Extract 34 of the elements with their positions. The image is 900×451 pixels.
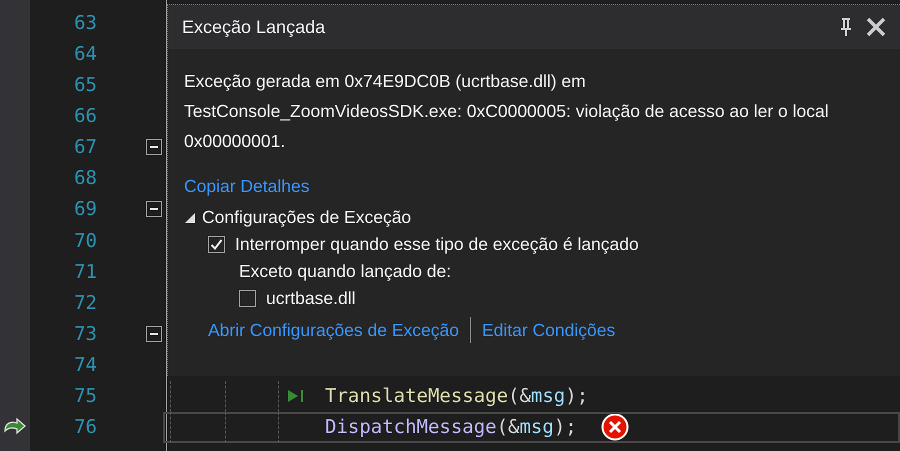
code-line: TranslateMessage(&msg);	[325, 385, 588, 408]
checkbox[interactable]	[239, 290, 256, 307]
line-number: 76	[73, 416, 97, 438]
exception-message: Exceção gerada em 0x74E9DC0B (ucrtbase.dll) em TestConsole_ZoomVideosSDK.exe: 0xC0000005: violação de acesso ao ler o local 0x00000001.	[184, 70, 830, 153]
copy-details-link[interactable]: Copiar Detalhes	[184, 176, 310, 197]
line-number: 68	[73, 167, 97, 190]
checkbox-label: Interromper quando esse tipo de exceção é lançado	[235, 234, 639, 255]
line-number: 72	[73, 292, 97, 314]
collapse-icon[interactable]	[146, 326, 162, 342]
line-number: 66	[73, 104, 97, 127]
line-number: 75	[73, 385, 97, 408]
line-number: 65	[73, 74, 97, 96]
line-number: 71	[73, 260, 97, 283]
expanded-triangle-icon[interactable]	[184, 212, 196, 224]
line-number: 74	[73, 354, 97, 376]
section-header: Configurações de Exceção	[202, 207, 412, 228]
close-icon[interactable]	[866, 17, 886, 37]
line-number: 70	[73, 230, 97, 252]
run-to-click-icon[interactable]	[287, 389, 305, 404]
code-line: DispatchMessage(&msg);	[325, 416, 577, 438]
settings-link[interactable]: Abrir Configurações de Exceção	[208, 320, 459, 340]
line-number: 69	[73, 198, 97, 220]
checkbox[interactable]	[208, 236, 225, 253]
collapse-icon[interactable]	[146, 201, 162, 218]
pin-icon[interactable]	[840, 17, 852, 37]
line-number: 63	[73, 12, 97, 34]
popup-title: Exceção Lançada	[182, 16, 326, 38]
settings-link[interactable]: Editar Condições	[482, 320, 616, 340]
line-number: 64	[73, 42, 97, 65]
checkbox-label: ucrtbase.dll	[266, 288, 356, 309]
line-number: 67	[73, 136, 97, 158]
except-label: Exceto quando lançado de:	[239, 261, 452, 282]
line-number: 73	[73, 322, 97, 345]
collapse-icon[interactable]	[146, 139, 162, 156]
